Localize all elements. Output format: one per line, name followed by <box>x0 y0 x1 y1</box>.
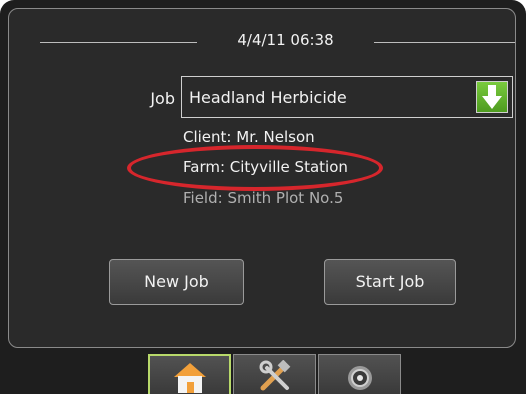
device-bezel: 4/4/11 06:38 Job Headland Herbicide Clie… <box>0 0 526 394</box>
bottom-tab-bar <box>148 354 401 394</box>
job-dropdown-button[interactable] <box>476 81 508 113</box>
header-divider-right <box>374 42 515 43</box>
date-time: 4/4/11 06:38 <box>237 31 334 49</box>
start-job-button[interactable]: Start Job <box>324 259 456 305</box>
tools-icon <box>259 360 290 391</box>
arrow-down-icon <box>482 85 502 109</box>
camera-icon <box>347 366 372 390</box>
tab-home[interactable] <box>148 354 231 394</box>
farm-highlight-circle <box>127 145 383 191</box>
tab-camera[interactable] <box>318 354 401 394</box>
job-screen: 4/4/11 06:38 Job Headland Herbicide Clie… <box>8 8 516 348</box>
home-icon <box>173 363 206 393</box>
job-field: Field: Smith Plot No.5 <box>183 189 344 207</box>
tab-tools[interactable] <box>233 354 316 394</box>
job-select[interactable]: Headland Herbicide <box>181 76 513 118</box>
job-client: Client: Mr. Nelson <box>183 128 315 146</box>
job-select-value: Headland Herbicide <box>189 88 347 107</box>
job-label: Job <box>150 89 175 108</box>
new-job-button[interactable]: New Job <box>109 259 244 305</box>
header-divider-left <box>40 42 197 43</box>
